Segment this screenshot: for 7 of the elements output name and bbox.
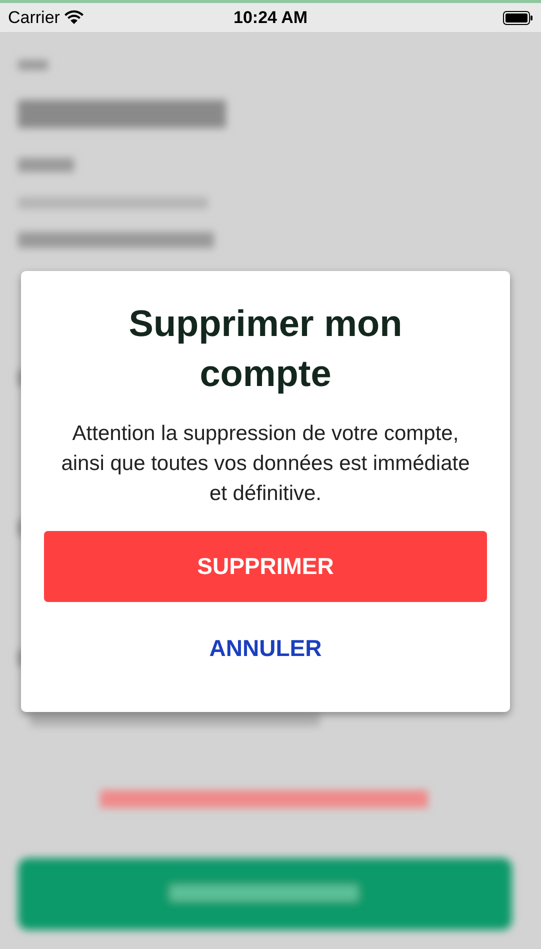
battery-icon [503,10,533,24]
carrier-name: Carrier [8,6,60,29]
clock-time: 10:24 AM [234,6,308,29]
dialog-title: Supprimer mon compte [128,302,404,396]
dialog-message: Attention la suppression de votre compte, ainsi que toutes vos données est immédiate et définitive. [60,421,471,507]
cancel-button[interactable]: ANNULER [201,628,330,668]
wifi-icon [64,10,84,25]
